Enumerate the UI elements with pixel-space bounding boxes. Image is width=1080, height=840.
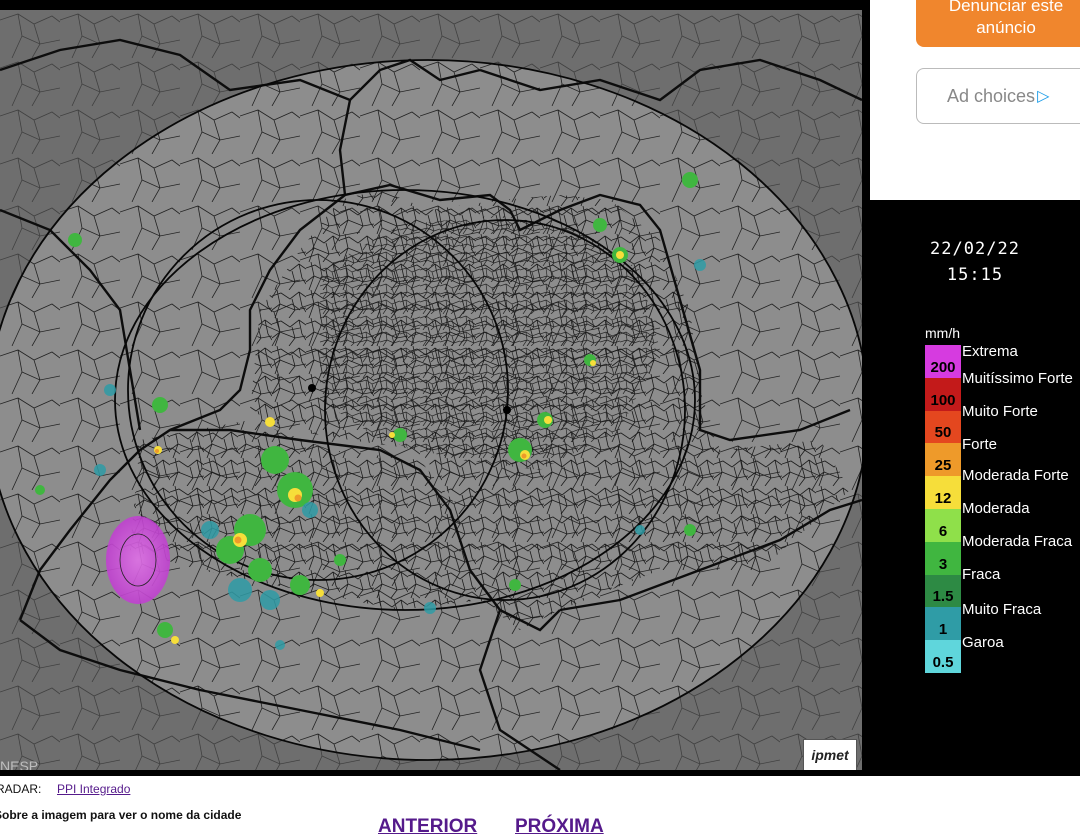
legend-unit: mm/h <box>925 325 960 341</box>
scale-label: Moderada <box>962 500 1030 517</box>
scale-swatch: 200 <box>925 345 961 378</box>
hint-text: Sobre a imagem para ver o nome da cidade <box>0 808 242 822</box>
scale-value: 3 <box>938 555 948 573</box>
scale-label: Extrema <box>962 343 1018 360</box>
watermark-text: NESP <box>0 758 39 770</box>
scale-value: 12 <box>934 489 952 507</box>
radar-map-graphic <box>0 10 862 770</box>
scale-swatch: 0.5 <box>925 640 961 673</box>
scale-value: 100 <box>930 391 956 409</box>
scale-swatch: 3 <box>925 541 961 575</box>
scale-value: 1.5 <box>932 588 954 606</box>
radar-site-2 <box>308 384 316 392</box>
radar-frame: NESP ipmet <box>0 0 870 776</box>
scale-swatch: 100 <box>925 377 961 411</box>
report-ad-button[interactable]: Denunciar este anúncio <box>916 0 1080 47</box>
ppi-integrado-link[interactable]: PPI Integrado <box>57 782 130 796</box>
scale-value: 1 <box>938 621 948 639</box>
scale-swatch: 1 <box>925 607 961 641</box>
legend-panel: 22/02/22 15:15 mm/h 200 100 50 25 12 6 3 1.5 1 0.… <box>870 200 1080 776</box>
scale-value: 25 <box>934 457 952 475</box>
scale-swatch: 50 <box>925 410 961 444</box>
scale-label: Muitíssimo Forte <box>962 370 1073 387</box>
scale-value: 6 <box>938 522 948 540</box>
scale-swatch: 12 <box>925 476 961 509</box>
extreme-cell <box>106 516 170 604</box>
scale-label: Moderada Fraca <box>962 533 1073 550</box>
scale-swatch: 6 <box>925 508 961 542</box>
radar-time: 15:15 <box>946 265 1004 285</box>
report-ad-line2: anúncio <box>976 18 1036 37</box>
ipmet-logo-text: ipmet <box>811 747 849 763</box>
radar-site-1 <box>503 406 511 414</box>
previous-link[interactable]: ANTERIOR <box>378 816 477 838</box>
radar-map[interactable]: NESP ipmet <box>0 10 862 770</box>
scale-label: Moderada Forte <box>962 467 1069 484</box>
ad-choices-label: Ad choices <box>947 85 1036 106</box>
next-link[interactable]: PRÓXIMA <box>515 816 604 838</box>
scale-swatch: 1.5 <box>925 574 961 608</box>
color-scale: 200 100 50 25 12 6 3 1.5 1 0.5 <box>925 345 961 673</box>
adchoices-play-icon: ▷ <box>1037 88 1050 105</box>
scale-label: Fraca <box>962 566 1001 583</box>
scale-label: Forte <box>962 436 998 453</box>
scale-value: 50 <box>934 424 952 442</box>
scale-value: 0.5 <box>932 653 954 671</box>
scale-swatch: 25 <box>925 443 961 477</box>
radar-label: RADAR: <box>0 782 42 796</box>
radar-datetime: 22/02/22 15:15 <box>870 236 1080 288</box>
report-ad-line1: Denunciar este <box>948 0 1064 15</box>
scale-label: Garoa <box>962 634 1004 651</box>
radar-date: 22/02/22 <box>930 239 1020 259</box>
scale-label: Muito Forte <box>962 403 1038 420</box>
scale-label: Muito Fraca <box>962 601 1042 618</box>
ipmet-logo: ipmet <box>803 739 857 770</box>
scale-value: 200 <box>930 358 956 376</box>
ad-choices-button[interactable]: Ad choices ▷ <box>916 68 1080 124</box>
